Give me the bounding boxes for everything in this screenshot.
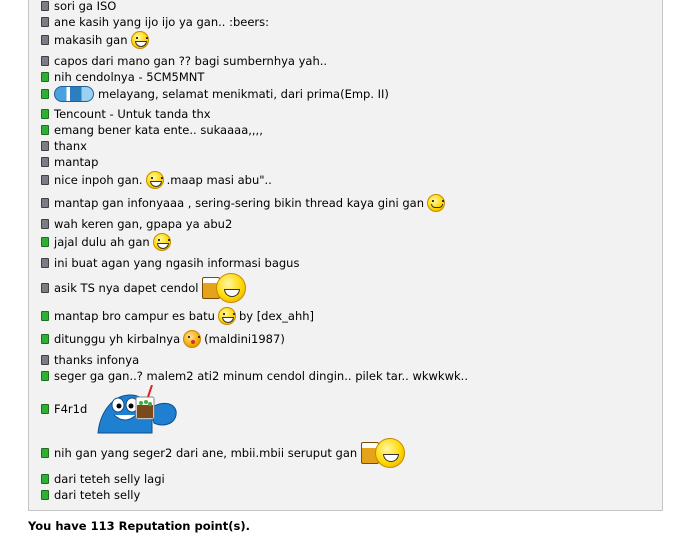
reputation-comment: melayang, selamat menikmati, dari prima(… [98, 87, 389, 101]
reputation-comment: ini buat agan yang ngasih informasi bagu… [54, 256, 300, 270]
list-item: mantap [41, 154, 98, 170]
reputation-comment-end: by [dex_ahh] [238, 309, 315, 323]
reputation-comment: wah keren gan, gpapa ya abu2 [54, 217, 233, 231]
grin-smiley-icon [152, 233, 171, 251]
list-item: nih gan yang seger2 dari ane, mbii.mbii … [41, 438, 406, 468]
positive-reputation-icon [41, 448, 49, 458]
list-item: emang bener kata ente.. sukaaaa,,,, [41, 122, 263, 138]
positive-reputation-icon [41, 72, 49, 82]
positive-reputation-icon [41, 237, 49, 247]
list-item: seger ga gan..? malem2 ati2 minum cendol… [41, 368, 468, 384]
neutral-reputation-icon [41, 283, 49, 293]
neutral-reputation-icon [41, 56, 49, 66]
reputation-comment: capos dari mano gan ?? bagi sumbernhya y… [54, 54, 328, 68]
list-item: ane kasih yang ijo ijo ya gan.. :beers: [41, 14, 269, 30]
cendol-mascot-icon [97, 385, 177, 434]
reputation-comment: nih gan yang seger2 dari ane, mbii.mbii … [54, 446, 358, 460]
list-item: thanx [41, 138, 87, 154]
reputation-comment: thanks infonya [54, 353, 140, 367]
reputation-comment: dari teteh selly [54, 488, 141, 502]
reputation-comment: seger ga gan..? malem2 ati2 minum cendol… [54, 369, 468, 383]
list-item: melayang, selamat menikmati, dari prima(… [41, 86, 389, 102]
list-item: thanks infonya [41, 352, 139, 368]
list-item: mantap gan infonyaaa , sering-sering bik… [41, 194, 448, 212]
neutral-reputation-icon [41, 258, 49, 268]
list-item: nice inpoh gan. .maap masi abu".. [41, 171, 272, 189]
beer-cheers-icon [202, 273, 247, 303]
positive-reputation-icon [41, 334, 49, 344]
positive-reputation-icon [41, 371, 49, 381]
reputation-comment: thanx [54, 139, 87, 153]
grin-smiley-icon [130, 31, 149, 49]
neutral-reputation-icon [41, 355, 49, 365]
reputation-comment: sori ga ISO [54, 0, 117, 13]
reputation-comment: asik TS nya dapet cendol [54, 281, 199, 295]
list-item: capos dari mano gan ?? bagi sumbernhya y… [41, 53, 327, 69]
reputation-comment: ane kasih yang ijo ijo ya gan.. :beers: [54, 15, 269, 29]
positive-reputation-icon [41, 404, 49, 414]
positive-reputation-icon [41, 490, 49, 500]
list-item: ditunggu yh kirbalnya (maldini1987) [41, 330, 285, 348]
list-item: sori ga ISO [41, 0, 116, 14]
neutral-reputation-icon [41, 175, 49, 185]
reputation-comment: Tencount - Untuk tanda thx [54, 107, 211, 121]
list-item: Tencount - Untuk tanda thx [41, 106, 211, 122]
neutral-reputation-icon [41, 198, 49, 208]
grin-smiley-icon [217, 307, 236, 325]
reputation-comment-start: nice inpoh gan. [54, 173, 143, 187]
reputation-comment: emang bener kata ente.. sukaaaa,,,, [54, 123, 263, 137]
list-item: jajal dulu ah gan [41, 233, 174, 251]
reputation-comment-end: (maldini1987) [204, 332, 285, 346]
neutral-reputation-icon [41, 141, 49, 151]
reputation-comment-end: .maap masi abu".. [166, 173, 272, 187]
positive-reputation-icon [41, 125, 49, 135]
list-item: F4r1d [41, 401, 87, 417]
wave-icon [54, 86, 94, 102]
reputation-total: You have 113 Reputation point(s). [28, 519, 250, 533]
list-item: ini buat agan yang ngasih informasi bagu… [41, 255, 299, 271]
list-item: dari teteh selly lagi [41, 471, 165, 487]
reputation-comment: dari teteh selly lagi [54, 472, 165, 486]
list-item: wah keren gan, gpapa ya abu2 [41, 216, 232, 232]
positive-reputation-icon [41, 474, 49, 484]
list-item: asik TS nya dapet cendol [41, 273, 247, 303]
neutral-reputation-icon [41, 1, 49, 11]
reputation-comment: jajal dulu ah gan [54, 235, 150, 249]
kiss-smiley-icon [183, 330, 202, 348]
neutral-reputation-icon [41, 219, 49, 229]
list-item: nih cendolnya - 5CM5MNT [41, 69, 204, 85]
list-item: dari teteh selly [41, 487, 140, 503]
reputation-comment-start: ditunggu yh kirbalnya [54, 332, 181, 346]
grin-smiley-icon [145, 171, 164, 189]
list-item: makasih gan [41, 31, 152, 49]
reputation-comment: F4r1d [54, 402, 88, 416]
neutral-reputation-icon [41, 35, 49, 45]
list-item: mantap bro campur es batu by [dex_ahh] [41, 307, 315, 325]
positive-reputation-icon [41, 89, 49, 99]
reputation-comment: nih cendolnya - 5CM5MNT [54, 70, 205, 84]
smile-icon [427, 194, 445, 212]
neutral-reputation-icon [41, 157, 49, 167]
positive-reputation-icon [41, 311, 49, 321]
reputation-comment: mantap gan infonyaaa , sering-sering bik… [54, 196, 424, 210]
reputation-comment-start: mantap bro campur es batu [54, 309, 215, 323]
positive-reputation-icon [41, 109, 49, 119]
reputation-comment: mantap [54, 155, 99, 169]
reputation-comment: makasih gan [54, 33, 128, 47]
beer-cheers-icon [361, 438, 406, 468]
neutral-reputation-icon [41, 17, 49, 27]
